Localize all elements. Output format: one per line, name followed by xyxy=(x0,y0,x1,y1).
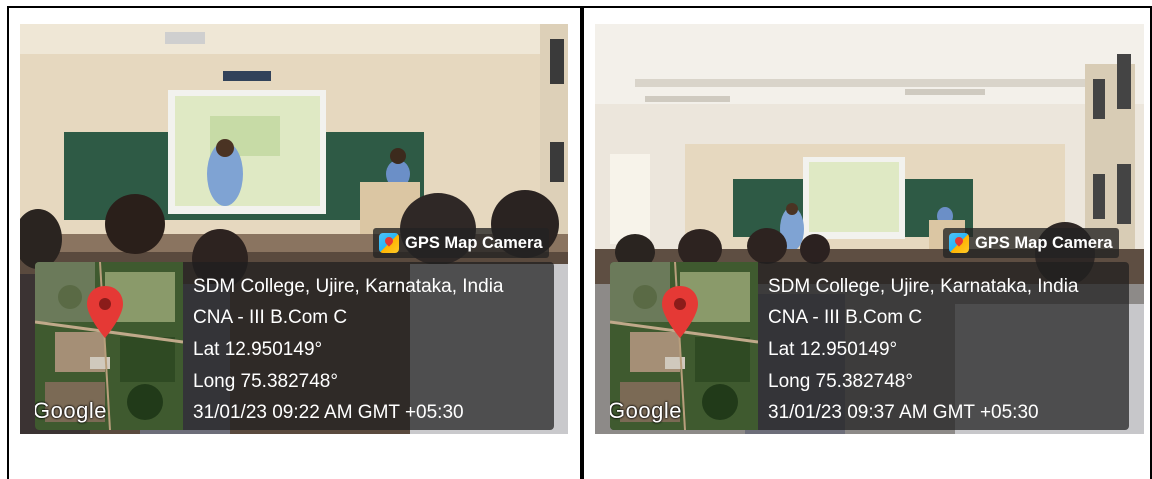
map-pin-icon xyxy=(87,286,123,338)
geotag-stamp: Google SDM College, Ujire, Karnataka, In… xyxy=(35,262,554,430)
satellite-map: Google xyxy=(610,262,758,430)
gps-map-camera-badge: GPS Map Camera xyxy=(943,228,1119,258)
longitude-text: Long 75.382748° xyxy=(193,371,338,392)
gps-map-camera-icon xyxy=(949,233,969,253)
google-logo: Google xyxy=(610,398,682,423)
classroom-photo: GPS Map Camera Google SDM College, Ujire… xyxy=(595,24,1144,434)
latitude-text: Lat 12.950149° xyxy=(768,339,898,360)
longitude-text: Long 75.382748° xyxy=(768,371,913,392)
location-text: SDM College, Ujire, Karnataka, India xyxy=(193,276,504,297)
gps-map-camera-badge: GPS Map Camera xyxy=(373,228,549,258)
caption-text: CNA - III B.Com C xyxy=(768,307,923,328)
photo-cell-right: GPS Map Camera Google SDM College, Ujire… xyxy=(582,6,1152,479)
location-text: SDM College, Ujire, Karnataka, India xyxy=(768,276,1079,297)
latitude-text: Lat 12.950149° xyxy=(193,339,323,360)
badge-label: GPS Map Camera xyxy=(405,233,543,252)
datetime-text: 31/01/23 09:37 AM GMT +05:30 xyxy=(768,402,1039,423)
classroom-photo: GPS Map Camera Google SDM College, Ujire… xyxy=(20,24,568,434)
geotag-text: SDM College, Ujire, Karnataka, India CNA… xyxy=(193,262,546,430)
map-pin-icon xyxy=(662,286,698,338)
geotag-stamp: Google SDM College, Ujire, Karnataka, In… xyxy=(610,262,1129,430)
geotag-text: SDM College, Ujire, Karnataka, India CNA… xyxy=(768,262,1121,430)
badge-label: GPS Map Camera xyxy=(975,233,1113,252)
google-logo: Google xyxy=(35,398,107,423)
caption-text: CNA - III B.Com C xyxy=(193,307,348,328)
datetime-text: 31/01/23 09:22 AM GMT +05:30 xyxy=(193,402,464,423)
satellite-map: Google xyxy=(35,262,183,430)
gps-map-camera-icon xyxy=(379,233,399,253)
photo-cell-left: GPS Map Camera Google SDM College, Ujire… xyxy=(7,6,582,479)
